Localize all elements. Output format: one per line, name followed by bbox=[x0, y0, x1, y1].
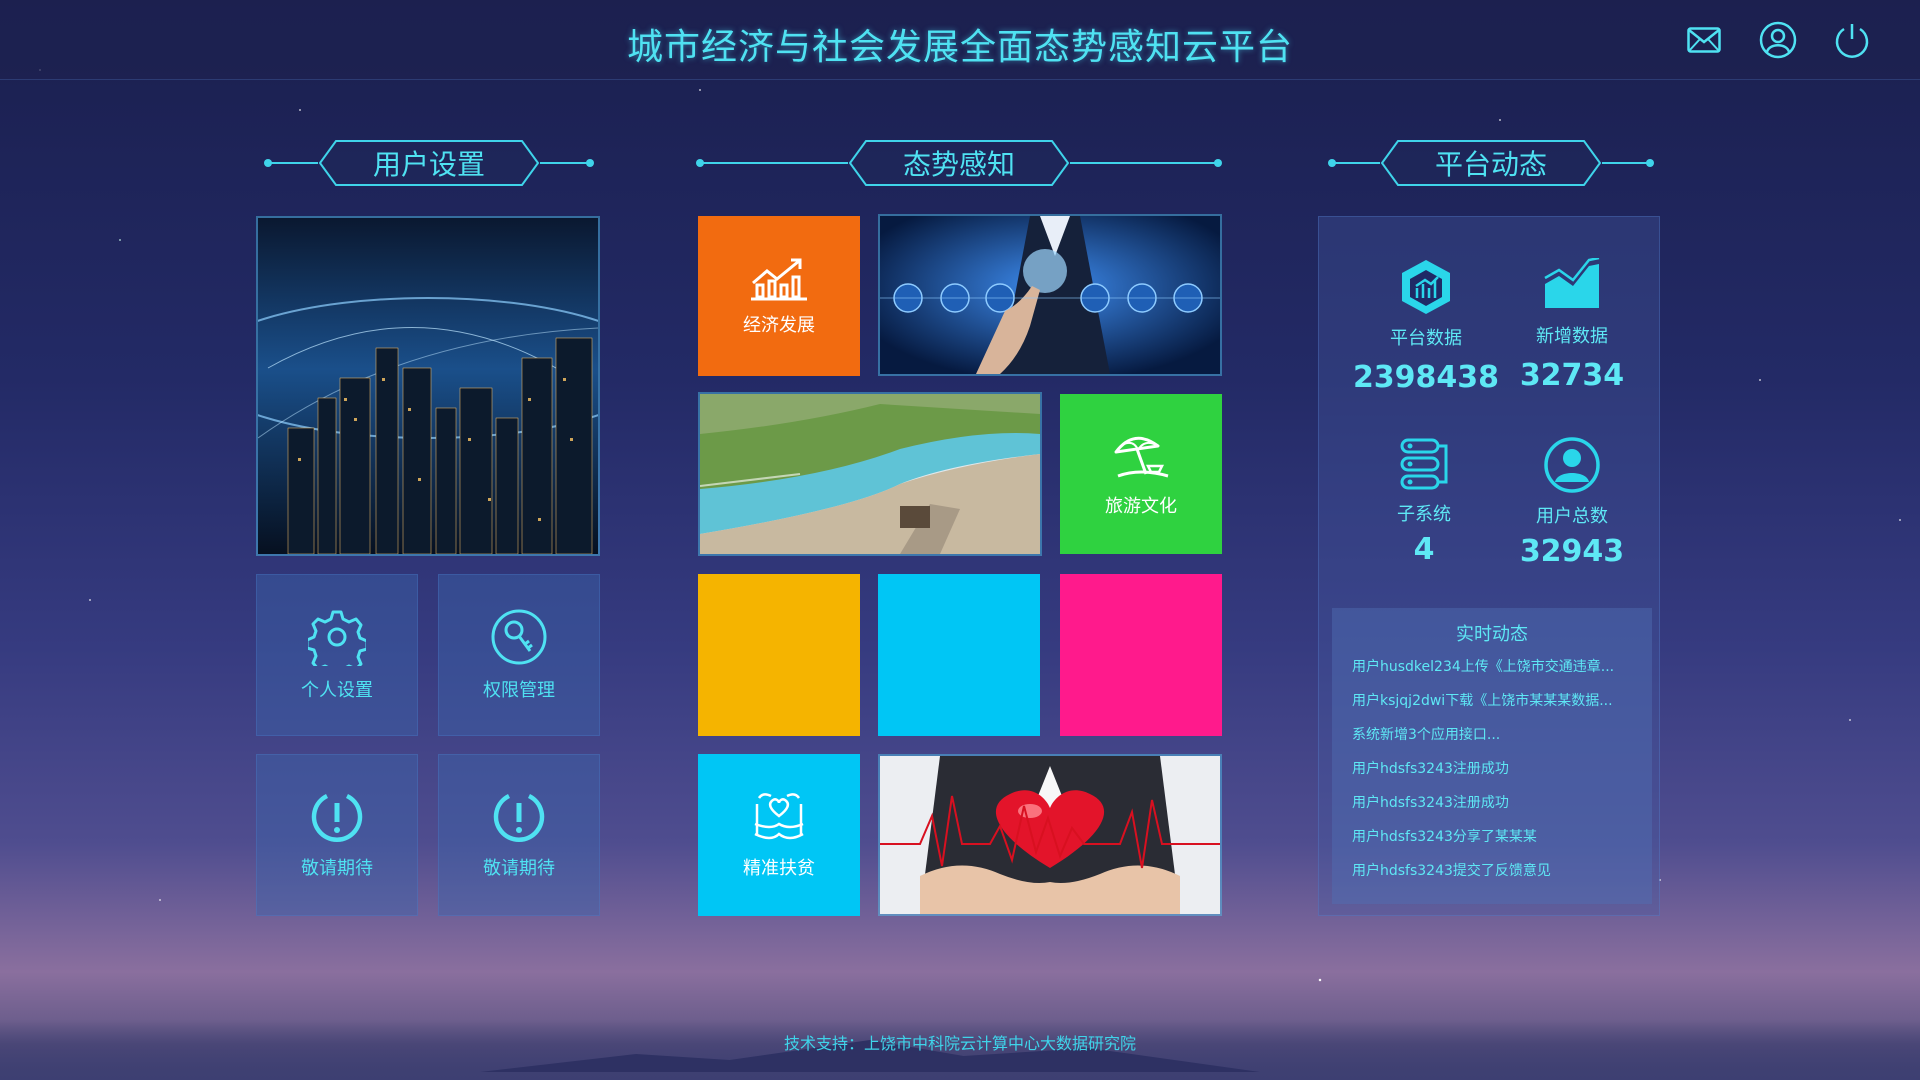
feed-item[interactable]: 用户husdkel234上传《上饶市交通违章... bbox=[1352, 650, 1652, 684]
gear-icon bbox=[308, 610, 366, 666]
feed-item[interactable]: 用户hdsfs3243注册成功 bbox=[1352, 752, 1652, 786]
stat-value: 32734 bbox=[1519, 358, 1625, 393]
color-tile-yellow[interactable] bbox=[698, 574, 860, 736]
digital-touch-image bbox=[878, 214, 1222, 376]
stat-platform-data: 平台数据 2398438 bbox=[1352, 258, 1500, 395]
power-icon[interactable] bbox=[1832, 20, 1872, 60]
server-icon bbox=[1400, 438, 1448, 490]
stat-value: 2398438 bbox=[1352, 360, 1500, 395]
color-tile-pink[interactable] bbox=[1060, 574, 1222, 736]
exclamation-icon bbox=[311, 793, 363, 842]
app-title: 城市经济与社会发展全面态势感知云平台 bbox=[626, 27, 1293, 68]
tile-label: 旅游文化 bbox=[1105, 496, 1177, 517]
section-header-user-settings: 用户设置 bbox=[264, 138, 594, 188]
section-header-platform: 平台动态 bbox=[1328, 138, 1654, 188]
tile-label: 个人设置 bbox=[301, 680, 373, 701]
feed-item[interactable]: 用户hdsfs3243注册成功 bbox=[1352, 786, 1652, 820]
section-title-situation: 态势感知 bbox=[902, 148, 1015, 181]
user-icon[interactable] bbox=[1758, 20, 1798, 60]
feed-item[interactable]: 系统新增3个应用接口... bbox=[1352, 718, 1652, 752]
tile-label: 敬请期待 bbox=[301, 858, 373, 879]
stat-new-data: 新增数据 32734 bbox=[1502, 258, 1642, 393]
feed-list: 用户husdkel234上传《上饶市交通违章... 用户ksjqj2dwi下载《… bbox=[1332, 650, 1652, 888]
stat-value: 32943 bbox=[1519, 534, 1625, 569]
permission-management-tile[interactable]: 权限管理 bbox=[438, 574, 600, 736]
mail-icon[interactable] bbox=[1684, 20, 1724, 60]
stat-label: 子系统 bbox=[1397, 504, 1451, 525]
feed-item[interactable]: 用户hdsfs3243分享了某某某 bbox=[1352, 820, 1652, 854]
cube-chart-icon bbox=[1402, 260, 1450, 314]
color-tile-cyan[interactable] bbox=[878, 574, 1040, 736]
stat-label: 新增数据 bbox=[1536, 326, 1608, 347]
key-icon bbox=[491, 609, 547, 665]
economic-development-tile[interactable]: 经济发展 bbox=[698, 216, 860, 376]
tourism-culture-tile[interactable]: 旅游文化 bbox=[1060, 394, 1222, 554]
heart-health-image bbox=[878, 754, 1222, 916]
stat-label: 用户总数 bbox=[1536, 506, 1608, 527]
realtime-feed: 实时动态 用户husdkel234上传《上饶市交通违章... 用户ksjqj2d… bbox=[1332, 608, 1652, 904]
personal-settings-tile[interactable]: 个人设置 bbox=[256, 574, 418, 736]
stat-label: 平台数据 bbox=[1390, 328, 1462, 349]
poverty-alleviation-tile[interactable]: 精准扶贫 bbox=[698, 754, 860, 916]
footer-credit: 技术支持：上饶市中科院云计算中心大数据研究院 bbox=[783, 1034, 1136, 1053]
user-circle-icon bbox=[1544, 437, 1600, 493]
tile-label: 权限管理 bbox=[483, 680, 555, 701]
tile-label: 敬请期待 bbox=[483, 858, 555, 879]
section-title-platform: 平台动态 bbox=[1434, 148, 1547, 181]
chart-icon bbox=[751, 258, 807, 301]
coming-soon-tile-2[interactable]: 敬请期待 bbox=[438, 754, 600, 916]
feed-title: 实时动态 bbox=[1456, 624, 1528, 645]
stat-subsystems: 子系统 4 bbox=[1354, 436, 1494, 567]
area-chart-icon bbox=[1544, 258, 1600, 308]
umbrella-icon bbox=[1114, 436, 1169, 478]
river-landscape-image bbox=[698, 392, 1042, 556]
section-header-situation: 态势感知 bbox=[696, 138, 1222, 188]
section-title-user-settings: 用户设置 bbox=[372, 148, 485, 181]
tile-label: 精准扶贫 bbox=[743, 858, 815, 879]
coming-soon-tile-1[interactable]: 敬请期待 bbox=[256, 754, 418, 916]
helping-hands-icon bbox=[754, 793, 804, 840]
exclamation-icon bbox=[493, 793, 545, 842]
stat-total-users: 用户总数 32943 bbox=[1502, 436, 1642, 569]
top-header: 城市经济与社会发展全面态势感知云平台 bbox=[0, 0, 1920, 80]
feed-item[interactable]: 用户hdsfs3243提交了反馈意见 bbox=[1352, 854, 1652, 888]
feed-item[interactable]: 用户ksjqj2dwi下载《上饶市某某某数据... bbox=[1352, 684, 1652, 718]
stat-value: 4 bbox=[1413, 532, 1435, 567]
tile-label: 经济发展 bbox=[743, 315, 815, 336]
city-network-image bbox=[256, 216, 600, 556]
